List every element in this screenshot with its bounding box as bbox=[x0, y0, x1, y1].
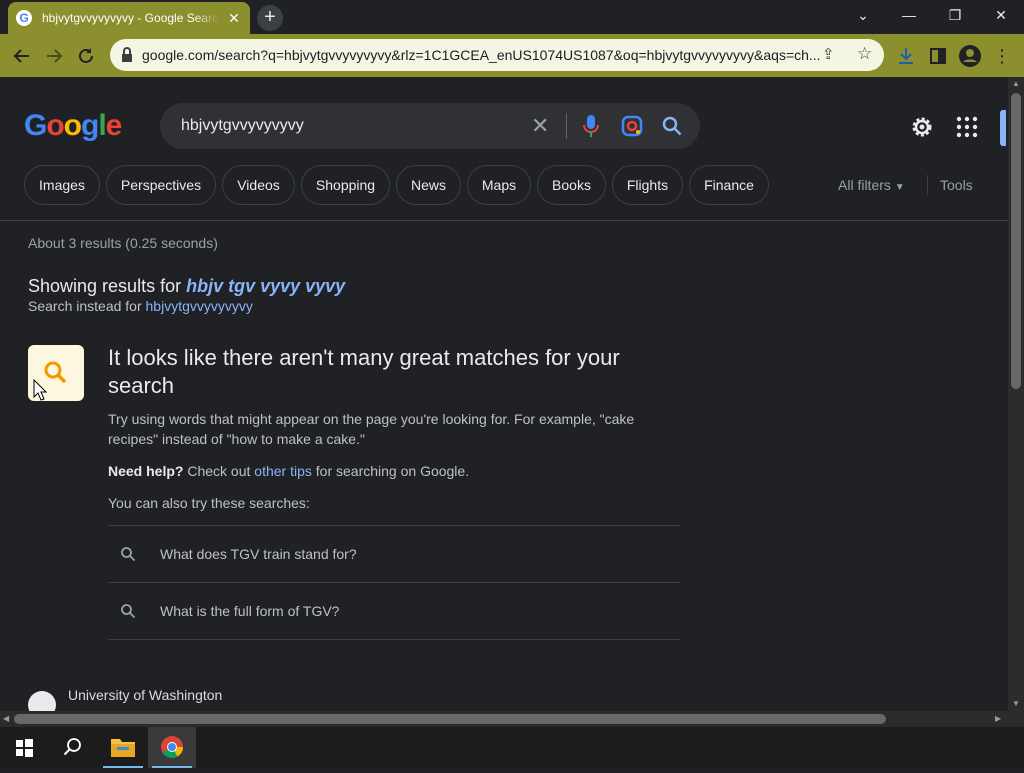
suggestion-text: What does TGV train stand for? bbox=[160, 546, 357, 562]
chip-news[interactable]: News bbox=[396, 165, 461, 205]
chip-videos[interactable]: Videos bbox=[222, 165, 295, 205]
start-icon[interactable] bbox=[0, 727, 48, 768]
chip-books[interactable]: Books bbox=[537, 165, 606, 205]
title-bar: G hbjvytgvvyvyvyvy - Google Search ✕ + ⌄… bbox=[0, 0, 1024, 34]
all-filters-button[interactable]: All filters ▼ bbox=[838, 177, 905, 193]
forward-icon[interactable] bbox=[41, 43, 67, 69]
search-icon[interactable] bbox=[48, 727, 96, 768]
tab-title: hbjvytgvvyvyvyvy - Google Search bbox=[42, 11, 220, 25]
google-favicon-icon: G bbox=[16, 10, 32, 26]
chrome-icon[interactable] bbox=[148, 727, 196, 768]
voice-search-icon[interactable] bbox=[583, 114, 599, 138]
browser-tab[interactable]: G hbjvytgvvyvyvyvy - Google Search ✕ bbox=[8, 2, 250, 34]
result-site-name[interactable]: University of Washington bbox=[68, 687, 222, 703]
horizontal-scroll-thumb[interactable] bbox=[14, 714, 886, 724]
restore-button[interactable]: ❐ bbox=[932, 0, 978, 30]
share-icon[interactable]: ⇪ bbox=[822, 45, 835, 63]
side-panel-icon[interactable] bbox=[925, 43, 951, 69]
corrected-query-link[interactable]: hbjv tgv vyvy vyvy bbox=[186, 276, 345, 296]
lock-icon[interactable] bbox=[120, 46, 134, 64]
tip-body: Try using words that might appear on the… bbox=[108, 411, 635, 447]
clear-search-icon[interactable]: ✕ bbox=[531, 113, 549, 139]
chip-shopping[interactable]: Shopping bbox=[301, 165, 390, 205]
filters-divider bbox=[927, 175, 928, 195]
google-logo[interactable]: Google bbox=[24, 109, 122, 143]
profile-avatar-icon[interactable] bbox=[957, 43, 983, 69]
scrollbar-corner bbox=[1008, 711, 1024, 727]
chip-finance[interactable]: Finance bbox=[689, 165, 769, 205]
suggestion-item[interactable]: What is the full form of TGV? bbox=[108, 582, 680, 639]
minimize-button[interactable]: — bbox=[886, 0, 932, 30]
google-lens-icon[interactable] bbox=[621, 115, 643, 137]
search-input[interactable]: hbjvytgvvyvyvyvy bbox=[181, 117, 304, 135]
tip-title: It looks like there aren't many great ma… bbox=[108, 345, 620, 398]
search-box[interactable]: hbjvytgvvyvyvyvy ✕ bbox=[160, 103, 700, 149]
need-help-text: Need help? Check out other tips for sear… bbox=[108, 463, 470, 479]
scroll-left-arrow-icon[interactable]: ◀ bbox=[3, 714, 9, 723]
chrome-menu-icon[interactable]: ⋮ bbox=[989, 43, 1015, 69]
tab-close-icon[interactable]: ✕ bbox=[226, 10, 242, 27]
file-explorer-icon[interactable] bbox=[99, 727, 147, 768]
vertical-scroll-thumb[interactable] bbox=[1011, 93, 1021, 389]
search-icon bbox=[121, 604, 136, 619]
result-stats: About 3 results (0.25 seconds) bbox=[28, 235, 218, 251]
horizontal-scrollbar[interactable]: ◀ ▶ bbox=[0, 711, 1008, 727]
dropdown-arrow-icon: ▼ bbox=[894, 182, 905, 193]
close-window-button[interactable]: ✕ bbox=[978, 0, 1024, 30]
chip-flights[interactable]: Flights bbox=[612, 165, 683, 205]
suggestions-bottom-divider bbox=[108, 639, 680, 640]
chip-maps[interactable]: Maps bbox=[467, 165, 531, 205]
search-submit-icon[interactable] bbox=[661, 115, 683, 137]
google-apps-icon[interactable] bbox=[956, 116, 978, 138]
search-instead-for: Search instead for hbjvytgvvyvyvyvy bbox=[28, 298, 253, 314]
download-icon[interactable] bbox=[893, 43, 919, 69]
windows-taskbar bbox=[0, 727, 1024, 768]
account-edge-indicator bbox=[1000, 110, 1006, 146]
scroll-down-arrow-icon[interactable]: ▼ bbox=[1012, 699, 1020, 708]
reload-icon[interactable] bbox=[73, 43, 99, 69]
header-divider bbox=[0, 220, 1008, 221]
browser-toolbar: google.com/search?q=hbjvytgvvyvyvyvy&rlz… bbox=[0, 34, 1024, 77]
chip-perspectives[interactable]: Perspectives bbox=[106, 165, 216, 205]
showing-results-for: Showing results for hbjv tgv vyvy vyvy bbox=[28, 276, 346, 296]
suggestion-text: What is the full form of TGV? bbox=[160, 603, 340, 619]
other-tips-link[interactable]: other tips bbox=[254, 463, 312, 479]
back-icon[interactable] bbox=[9, 43, 35, 69]
search-divider bbox=[566, 113, 567, 139]
url-text[interactable]: google.com/search?q=hbjvytgvvyvyvyvy&rlz… bbox=[142, 47, 822, 63]
tools-button[interactable]: Tools bbox=[940, 177, 973, 193]
scroll-up-arrow-icon[interactable]: ▲ bbox=[1012, 79, 1020, 88]
mouse-cursor-icon bbox=[33, 379, 47, 401]
original-query-link[interactable]: hbjvytgvvyvyvyvy bbox=[146, 298, 253, 314]
new-tab-button[interactable]: + bbox=[257, 5, 283, 31]
tab-search-icon[interactable]: ⌄ bbox=[840, 0, 886, 30]
also-try-heading: You can also try these searches: bbox=[108, 495, 310, 511]
search-icon bbox=[121, 547, 136, 562]
suggestion-item[interactable]: What does TGV train stand for? bbox=[108, 525, 680, 582]
settings-gear-icon[interactable] bbox=[908, 113, 936, 141]
chip-images[interactable]: Images bbox=[24, 165, 100, 205]
address-bar[interactable]: google.com/search?q=hbjvytgvvyvyvyvy&rlz… bbox=[110, 39, 884, 71]
bookmark-star-icon[interactable]: ☆ bbox=[857, 44, 872, 64]
vertical-scrollbar[interactable]: ▲ ▼ bbox=[1008, 77, 1024, 712]
scroll-right-arrow-icon[interactable]: ▶ bbox=[995, 714, 1001, 723]
